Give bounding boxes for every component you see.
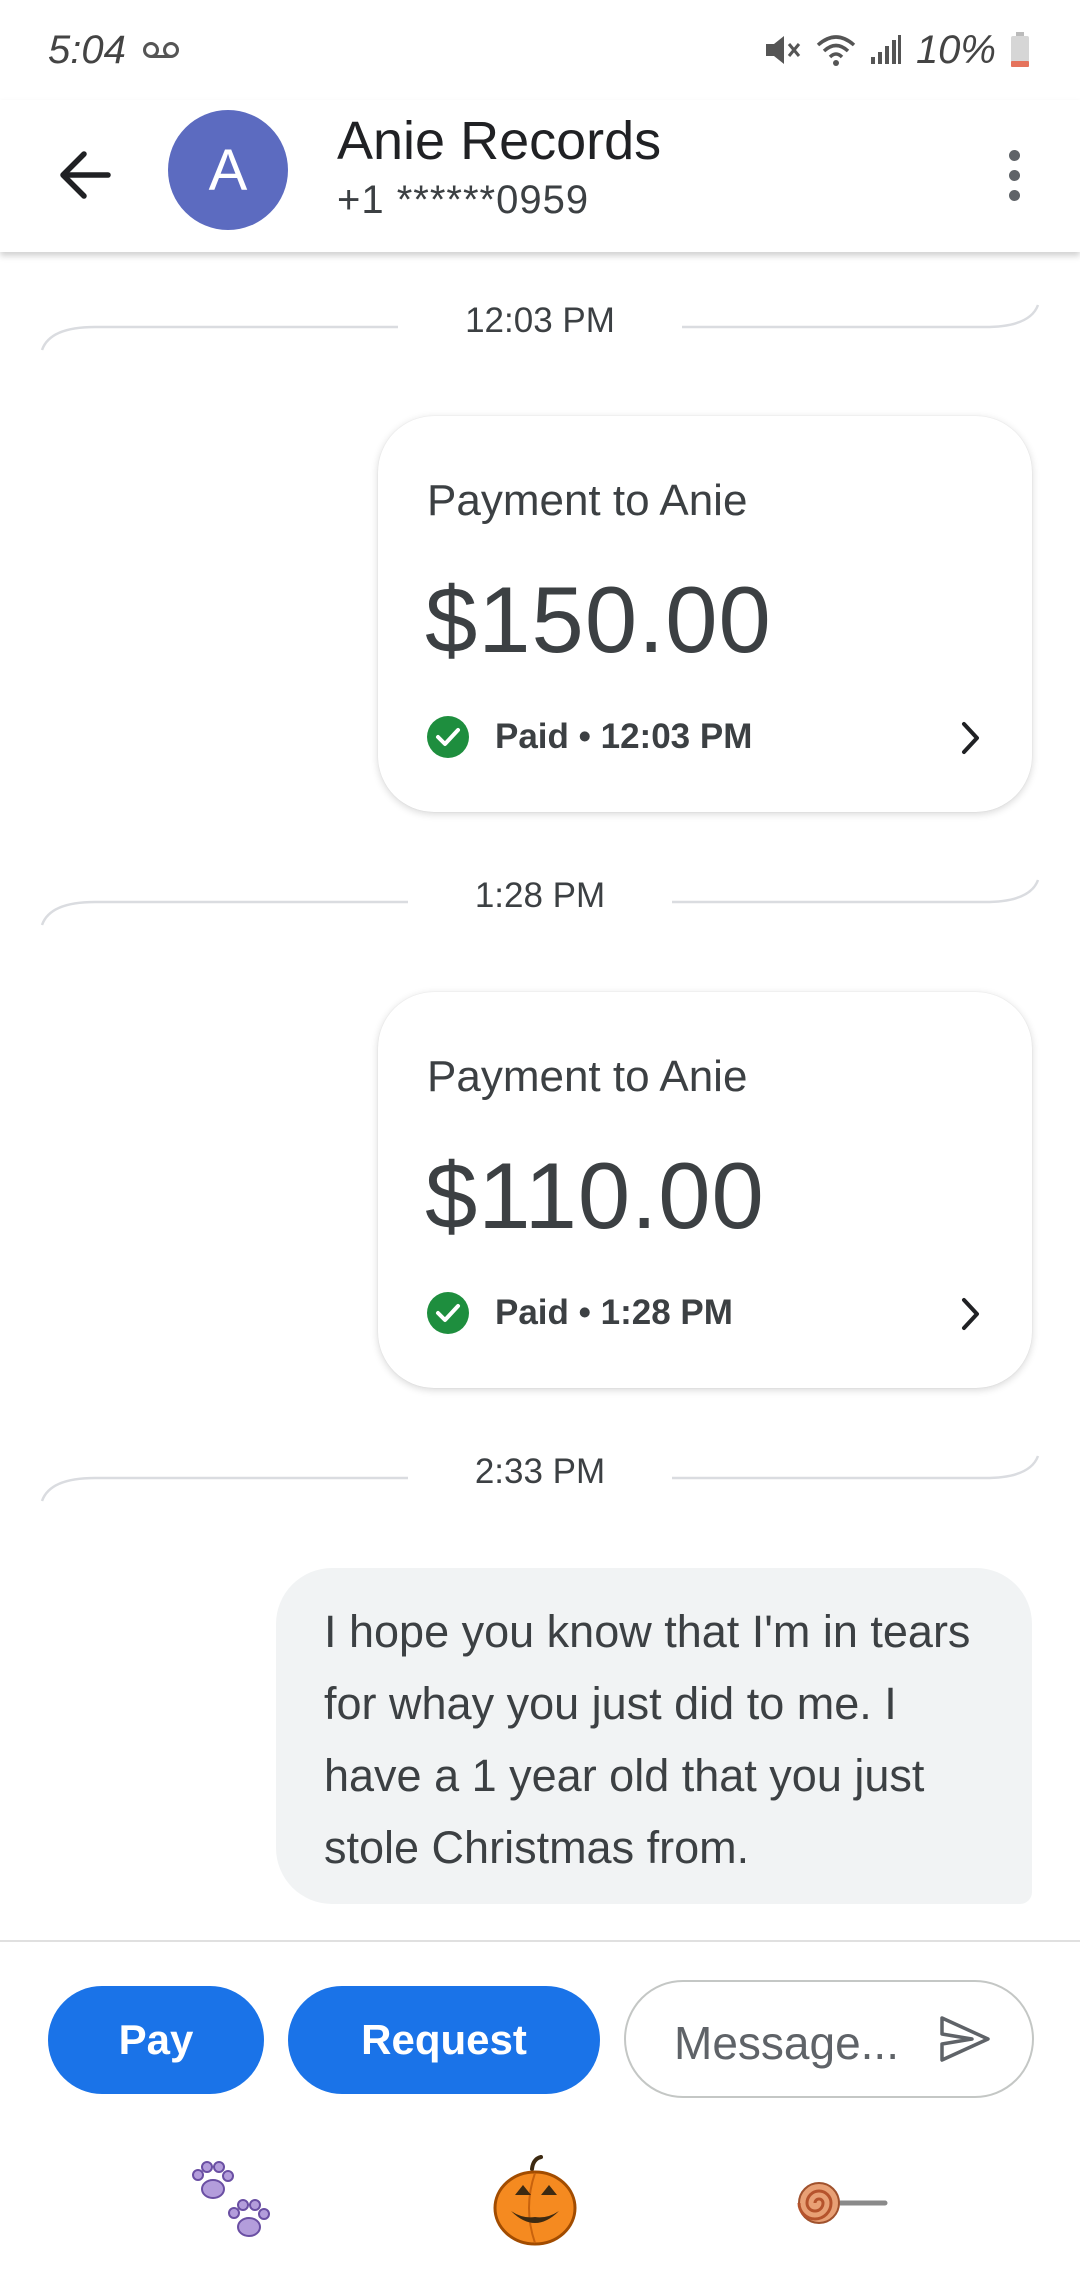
contact-phone: +1 ******0959 — [337, 178, 590, 222]
payment-amount: $150.00 — [425, 567, 772, 672]
composer-divider — [0, 1940, 1080, 1942]
battery-percent: 10% — [915, 27, 996, 72]
lollipop-sticker[interactable] — [788, 2148, 898, 2258]
message-placeholder: Message... — [674, 2017, 899, 2069]
check-circle-icon — [427, 716, 469, 758]
timestamp-divider: 12:03 PM — [0, 285, 1080, 365]
contact-name[interactable]: Anie Records — [337, 110, 661, 172]
app-bar: A Anie Records +1 ******0959 — [0, 100, 1080, 252]
check-circle-icon — [427, 1292, 469, 1334]
request-button[interactable]: Request — [288, 1986, 600, 2094]
battery-icon — [1010, 32, 1030, 68]
timestamp: 12:03 PM — [465, 301, 615, 340]
timestamp: 2:33 PM — [474, 1452, 606, 1491]
arrow-back-icon — [60, 151, 111, 199]
payment-title: Payment to Anie — [427, 1052, 748, 1101]
pay-button[interactable]: Pay — [48, 1986, 264, 2094]
screen: 5:04 10% A Anie Records +1 ******0959 12… — [0, 0, 1080, 2280]
message-bubble[interactable]: I hope you know that I'm in tears for wh… — [276, 1568, 1032, 1904]
more-vert-icon — [1008, 149, 1020, 161]
payment-status: Paid • 1:28 PM — [427, 1292, 733, 1334]
payment-status: Paid • 12:03 PM — [427, 716, 752, 758]
payment-status-text: Paid • 12:03 PM — [495, 717, 753, 756]
payment-title: Payment to Anie — [427, 476, 748, 525]
payment-card[interactable]: Payment to Anie $110.00 Paid • 1:28 PM — [378, 992, 1032, 1388]
voicemail-icon — [142, 40, 180, 60]
signal-icon — [870, 35, 902, 65]
send-icon[interactable] — [938, 2014, 992, 2069]
timestamp: 1:28 PM — [474, 876, 606, 915]
payment-status-text: Paid • 1:28 PM — [495, 1293, 733, 1332]
status-bar: 5:04 10% — [0, 0, 1080, 100]
payment-card[interactable]: Payment to Anie $150.00 Paid • 12:03 PM — [378, 416, 1032, 812]
wifi-icon — [816, 33, 856, 67]
payment-amount: $110.00 — [425, 1143, 765, 1248]
back-button[interactable] — [50, 140, 120, 210]
chevron-right-icon[interactable] — [960, 720, 982, 761]
avatar[interactable]: A — [168, 110, 288, 230]
jack-o-lantern-sticker[interactable] — [480, 2148, 590, 2258]
timestamp-divider: 2:33 PM — [0, 1436, 1080, 1516]
vibrate-mute-icon — [762, 32, 802, 68]
more-options-button[interactable] — [984, 130, 1044, 220]
status-time: 5:04 — [48, 27, 126, 72]
message-input[interactable]: Message... — [624, 1980, 1034, 2098]
paw-prints-sticker[interactable] — [178, 2148, 288, 2258]
chevron-right-icon[interactable] — [960, 1296, 982, 1337]
timestamp-divider: 1:28 PM — [0, 860, 1080, 940]
